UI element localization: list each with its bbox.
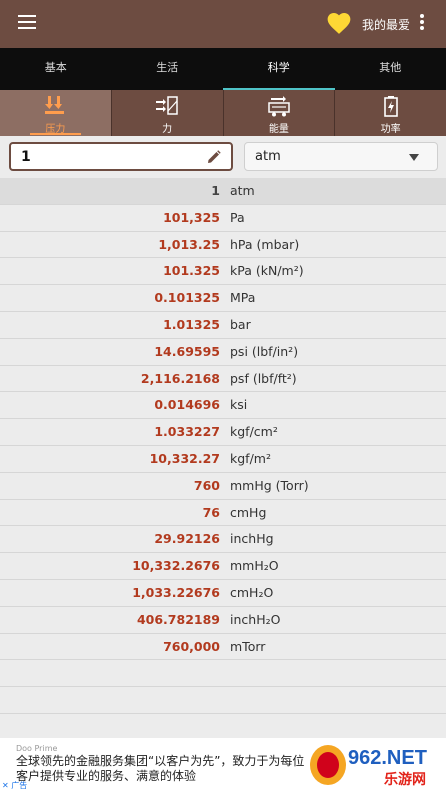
result-value: 760,000 [163, 638, 220, 654]
unit-type-tabs: 压力 力 能量 功率 [0, 90, 446, 136]
result-value: 0.101325 [154, 290, 220, 306]
result-unit: psi (lbf/in²) [230, 343, 299, 359]
result-value: 1,033.22676 [132, 584, 220, 600]
subtab-power[interactable]: 功率 [335, 90, 446, 136]
result-unit: psf (lbf/ft²) [230, 370, 297, 386]
result-unit: mTorr [230, 638, 266, 654]
ad-brand: Doo Prime [16, 744, 58, 753]
result-row[interactable]: 10,332.2676 mmH₂O [0, 553, 446, 580]
input-row: 1 atm [0, 136, 446, 178]
result-unit: MPa [230, 290, 256, 306]
result-value: 1 [211, 183, 220, 198]
result-unit: bar [230, 316, 251, 332]
watermark-text: 962.NET [348, 747, 427, 769]
result-row[interactable]: 1.01325 bar [0, 312, 446, 339]
result-unit: kgf/cm² [230, 424, 278, 440]
site-watermark-logo: 962.NET 乐游网 [310, 745, 427, 788]
result-value: 10,332.2676 [132, 558, 220, 574]
result-row[interactable]: 0.014696 ksi [0, 392, 446, 420]
result-unit: cmHg [230, 504, 267, 520]
app-bar: 我的最爱 [0, 0, 446, 48]
watermark-subtext: 乐游网 [384, 771, 426, 788]
result-value: 1.033227 [154, 424, 220, 440]
result-value: 101.325 [163, 263, 220, 279]
ad-text[interactable]: 全球领先的金融服务集团“以客户为先”，致力于为每位客户提供专业的服务、满意的体验 [16, 754, 316, 784]
result-unit: kgf/m² [230, 450, 271, 466]
result-row[interactable]: 76 cmHg [0, 500, 446, 527]
hamburger-menu-icon[interactable] [18, 15, 36, 29]
empty-row [0, 714, 446, 738]
unit-select-value: atm [255, 149, 281, 164]
heart-icon[interactable] [326, 11, 352, 35]
result-row[interactable]: 2,116.2168 psf (lbf/ft²) [0, 366, 446, 393]
result-value: 406.782189 [136, 611, 220, 627]
energy-icon [268, 96, 290, 117]
subtab-force[interactable]: 力 [112, 90, 224, 136]
result-unit: hPa (mbar) [230, 236, 300, 252]
result-value: 0.014696 [154, 397, 220, 413]
pressure-icon [45, 96, 65, 114]
tab-basic[interactable]: 基本 [0, 48, 112, 90]
result-value: 1.01325 [163, 316, 220, 332]
result-row[interactable]: 760 mmHg (Torr) [0, 473, 446, 500]
result-value: 760 [193, 477, 220, 493]
dropdown-caret-icon [409, 154, 419, 161]
result-unit: inchH₂O [230, 611, 281, 627]
result-unit: ksi [230, 397, 248, 413]
result-row[interactable]: 760,000 mTorr [0, 634, 446, 661]
result-row[interactable]: 406.782189 inchH₂O [0, 607, 446, 634]
result-unit: atm [230, 183, 255, 198]
value-input[interactable]: 1 [9, 142, 233, 171]
result-value: 101,325 [163, 209, 220, 225]
tab-other[interactable]: 其他 [335, 48, 446, 90]
subtab-force-label: 力 [162, 124, 173, 135]
subtab-energy-label: 能量 [268, 124, 289, 135]
ad-close-flag[interactable]: ✕ 广告 [2, 780, 27, 791]
more-vert-icon[interactable] [420, 14, 426, 32]
pencil-icon[interactable] [207, 150, 221, 164]
unit-select[interactable]: atm [244, 142, 438, 171]
result-row[interactable]: 14.69595 psi (lbf/in²) [0, 339, 446, 366]
result-value: 76 [202, 504, 220, 520]
result-row[interactable]: 1.033227 kgf/cm² [0, 419, 446, 446]
result-row[interactable]: 29.92126 inchHg [0, 526, 446, 554]
result-row[interactable]: 10,332.27 kgf/m² [0, 446, 446, 473]
result-unit: cmH₂O [230, 584, 274, 600]
result-value: 2,116.2168 [140, 370, 220, 386]
result-unit: Pa [230, 209, 245, 225]
result-value: 29.92126 [154, 531, 220, 547]
results-list: 1 atm 101,325 Pa 1,013.25 hPa (mbar) 101.32… [0, 178, 446, 738]
result-value: 10,332.27 [149, 450, 220, 466]
result-row[interactable]: 0.101325 MPa [0, 285, 446, 312]
subtab-power-label: 功率 [380, 124, 401, 135]
empty-row [0, 660, 446, 688]
force-icon [156, 96, 178, 115]
empty-row [0, 687, 446, 714]
tab-life[interactable]: 生活 [112, 48, 224, 90]
result-value: 1,013.25 [158, 236, 220, 252]
subtab-energy[interactable]: 能量 [224, 90, 336, 136]
result-row[interactable]: 101,325 Pa [0, 205, 446, 232]
result-row[interactable]: 1,033.22676 cmH₂O [0, 580, 446, 607]
value-input-text[interactable]: 1 [21, 149, 31, 165]
result-row[interactable]: 101.325 kPa (kN/m²) [0, 258, 446, 286]
result-value: 14.69595 [154, 343, 220, 359]
favorites-label[interactable]: 我的最爱 [362, 16, 410, 33]
subtab-pressure[interactable]: 压力 [0, 90, 112, 136]
power-icon [383, 96, 398, 117]
result-unit: mmH₂O [230, 558, 279, 574]
result-unit: inchHg [230, 531, 274, 547]
result-row[interactable]: 1,013.25 hPa (mbar) [0, 232, 446, 259]
result-unit: mmHg (Torr) [230, 477, 309, 493]
active-indicator [30, 133, 81, 135]
tab-science[interactable]: 科学 [223, 48, 335, 90]
result-unit: kPa (kN/m²) [230, 263, 304, 279]
category-tabs: 基本 生活 科学 其他 [0, 48, 446, 90]
result-row[interactable]: 1 atm [0, 178, 446, 205]
